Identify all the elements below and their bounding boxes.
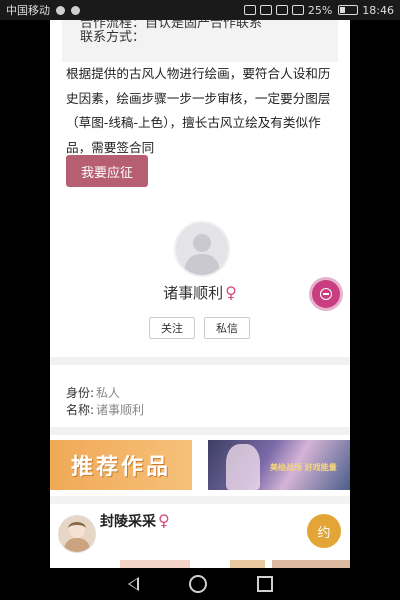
signal-icon xyxy=(291,5,304,15)
artist-name-row[interactable]: 封陵采采 ♀ xyxy=(100,511,170,531)
follow-button[interactable]: 关注 xyxy=(149,317,195,339)
navigation-bar xyxy=(0,568,400,600)
job-description: 根据提供的古风人物进行绘画，要符合人设和历史因素，绘画步骤一步一步审核，一定要分… xyxy=(66,66,331,155)
recommend-banner[interactable]: 推荐作品 xyxy=(50,440,192,490)
home-icon[interactable] xyxy=(188,575,207,593)
artwork-figure xyxy=(226,444,260,490)
recent-apps-icon[interactable] xyxy=(256,576,273,592)
status-bar: 中国移动 25% 18:46 xyxy=(0,0,400,20)
right-letterbox xyxy=(350,20,400,568)
section-divider xyxy=(50,427,350,435)
job-info-box: 合作流程：自认是固产合作联系 联系方式： xyxy=(62,20,338,62)
wifi-icon xyxy=(275,5,288,15)
identity-label: 身份: xyxy=(66,386,95,400)
battery-percent: 25% xyxy=(307,3,333,17)
wechat-icon xyxy=(71,5,80,15)
battery-icon xyxy=(338,5,359,15)
hd-icon xyxy=(259,5,272,15)
artist-avatar[interactable] xyxy=(58,515,96,553)
artwork-banner-text: 美绘战场 好戏能量 xyxy=(270,463,337,472)
recommend-title: 推荐作品 xyxy=(70,455,171,480)
invite-button[interactable]: 约 xyxy=(307,514,341,548)
page-content[interactable]: 合作流程：自认是固产合作联系 联系方式： 根据提供的古风人物进行绘画，要符合人设… xyxy=(50,20,350,568)
profile-name-row: 诸事顺利 ♀ xyxy=(50,282,350,303)
profile-name: 诸事顺利 xyxy=(163,284,224,302)
avatar[interactable] xyxy=(174,221,230,277)
female-icon: ♀ xyxy=(225,283,237,302)
nickname-row: 名称: 诸事顺利 xyxy=(66,401,144,418)
identity-value: 私人 xyxy=(96,386,121,400)
section-divider xyxy=(50,496,350,504)
carrier-text: 中国移动 xyxy=(6,4,50,17)
apply-button[interactable]: 我要应征 xyxy=(66,155,148,187)
back-icon[interactable] xyxy=(127,577,139,591)
nickname-label: 名称: xyxy=(66,403,95,417)
notification-icon xyxy=(56,5,65,15)
artwork-banner[interactable]: 美绘战场 好戏能量 xyxy=(208,440,350,490)
female-icon: ♀ xyxy=(158,511,170,530)
left-letterbox xyxy=(0,20,50,568)
artwork-thumbnails[interactable] xyxy=(50,560,350,568)
nickname-value: 诸事顺利 xyxy=(96,403,145,417)
floating-action-button[interactable] xyxy=(312,280,340,308)
mute-icon xyxy=(243,5,256,15)
default-avatar-icon xyxy=(184,234,220,275)
contact-label: 联系方式： xyxy=(80,30,146,45)
clock-time: 18:46 xyxy=(362,3,394,17)
identity-row: 身份: 私人 xyxy=(66,384,120,401)
float-icon xyxy=(320,288,332,300)
artist-portrait-icon xyxy=(63,522,91,552)
section-divider xyxy=(50,357,350,365)
message-button[interactable]: 私信 xyxy=(204,317,250,339)
artist-name: 封陵采采 xyxy=(100,514,156,530)
